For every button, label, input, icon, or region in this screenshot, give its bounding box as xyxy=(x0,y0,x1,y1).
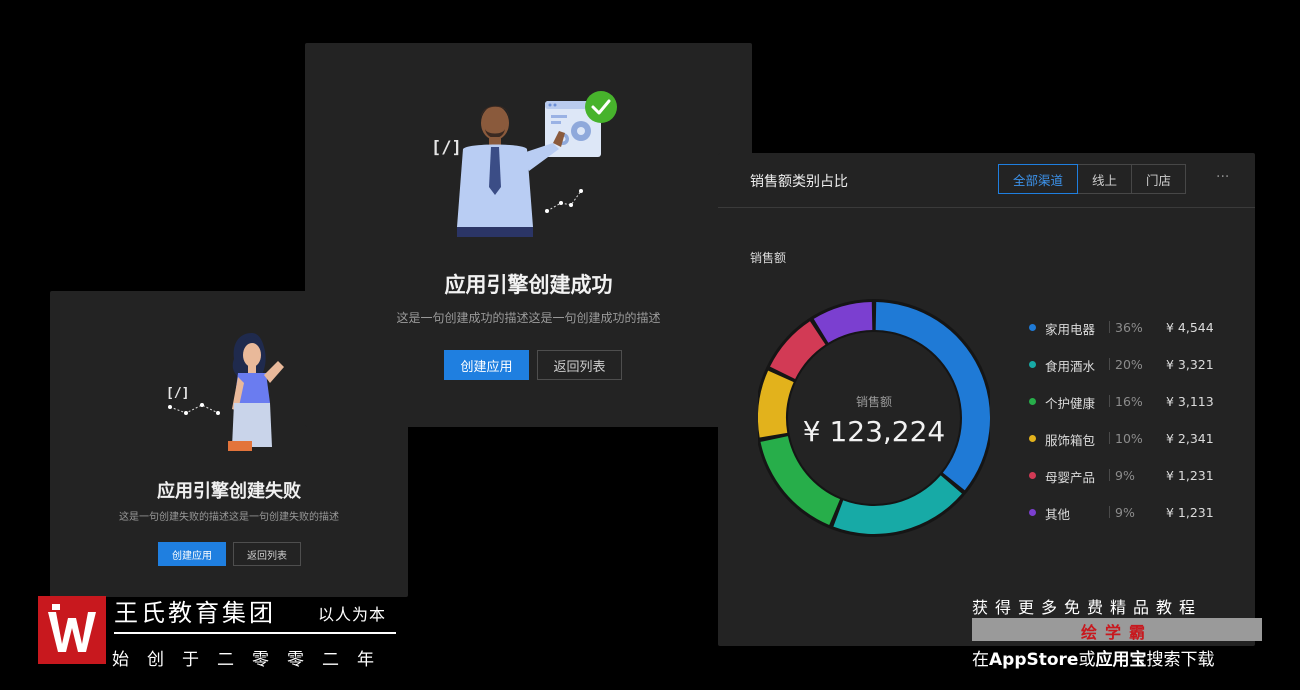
legend-value: ¥ 1,231 xyxy=(1166,505,1214,520)
legend-name: 个护健康 xyxy=(1045,396,1096,411)
create-app-button[interactable]: 创建应用 xyxy=(444,350,529,380)
donut-center-label: 销售额 xyxy=(855,395,892,409)
legend-row: 个护健康 16% ¥ 3,113 xyxy=(1029,391,1229,428)
success-description: 这是一句创建成功的描述这是一句创建成功的描述 xyxy=(396,311,661,325)
legend-divider xyxy=(1109,358,1110,370)
back-to-list-button[interactable]: 返回列表 xyxy=(537,350,622,380)
legend-row: 家用电器 36% ¥ 4,544 xyxy=(1029,317,1229,354)
brand-logo xyxy=(38,596,106,664)
promo-line-3: 在AppStore或应用宝搜索下载 xyxy=(972,650,1215,670)
legend-name: 食用酒水 xyxy=(1045,359,1096,374)
sales-card-title: 销售额类别占比 xyxy=(750,174,848,190)
legend-dot xyxy=(1029,324,1036,331)
more-icon[interactable]: ··· xyxy=(1216,169,1229,185)
code-icon: [/] xyxy=(431,138,462,158)
tab-all-channels[interactable]: 全部渠道 xyxy=(998,164,1079,194)
legend-value: ¥ 1,231 xyxy=(1166,468,1214,483)
legend-percent: 9% xyxy=(1115,505,1135,520)
brand-name: 王氏教育集团 xyxy=(114,599,276,627)
legend-dot xyxy=(1029,398,1036,405)
create-app-button[interactable]: 创建应用 xyxy=(158,542,226,566)
code-icon: [/] xyxy=(166,386,189,401)
legend-row: 服饰箱包 10% ¥ 2,341 xyxy=(1029,428,1229,465)
brand-divider xyxy=(114,632,396,634)
legend-name: 其他 xyxy=(1045,507,1071,522)
legend-divider xyxy=(1109,469,1110,481)
brand-slogan: 以人为本 xyxy=(318,605,387,624)
sales-subtitle: 销售额 xyxy=(750,251,787,265)
legend-percent: 20% xyxy=(1115,357,1143,372)
success-title: 应用引擎创建成功 xyxy=(444,273,613,297)
sales-legend: 家用电器 36% ¥ 4,544 食用酒水 20% ¥ 3,321 个护健康 16% ¥ 3,1… xyxy=(1029,317,1229,539)
tab-store[interactable]: 门店 xyxy=(1131,164,1187,194)
legend-dot xyxy=(1029,509,1036,516)
legend-divider xyxy=(1109,506,1110,518)
legend-row: 其他 9% ¥ 1,231 xyxy=(1029,502,1229,539)
legend-name: 母婴产品 xyxy=(1045,470,1096,485)
success-result-card: [/] 应用引擎创建成功 这是一句创建成功的描述这是一句创建成功的描述 创建应用… xyxy=(305,43,752,427)
legend-percent: 16% xyxy=(1115,394,1143,409)
legend-divider xyxy=(1109,432,1110,444)
back-to-list-button[interactable]: 返回列表 xyxy=(233,542,301,566)
channel-segmented-control: 全部渠道 线上 门店 xyxy=(998,164,1187,194)
legend-value: ¥ 2,341 xyxy=(1166,431,1214,446)
legend-value: ¥ 3,113 xyxy=(1166,394,1214,409)
legend-name: 服饰箱包 xyxy=(1045,433,1096,448)
fail-title: 应用引擎创建失败 xyxy=(157,481,301,502)
legend-dot xyxy=(1029,361,1036,368)
legend-value: ¥ 4,544 xyxy=(1166,320,1214,335)
legend-divider xyxy=(1109,395,1110,407)
legend-percent: 10% xyxy=(1115,431,1143,446)
legend-row: 母婴产品 9% ¥ 1,231 xyxy=(1029,465,1229,502)
legend-row: 食用酒水 20% ¥ 3,321 xyxy=(1029,354,1229,391)
legend-percent: 36% xyxy=(1115,320,1143,335)
legend-name: 家用电器 xyxy=(1045,322,1096,337)
sales-card-header: 销售额类别占比 全部渠道 线上 门店 ··· xyxy=(718,153,1255,208)
legend-percent: 9% xyxy=(1115,468,1135,483)
fail-description: 这是一句创建失败的描述这是一句创建失败的描述 xyxy=(119,512,339,523)
promo-line-2: 绘学霸 xyxy=(1080,623,1153,642)
sales-category-card: 销售额类别占比 全部渠道 线上 门店 ··· 销售额 销售额 ¥ 123,224… xyxy=(718,153,1255,646)
legend-dot xyxy=(1029,472,1036,479)
success-illustration: [/] xyxy=(431,91,617,237)
donut-center-value: ¥ 123,224 xyxy=(802,415,946,448)
legend-value: ¥ 3,321 xyxy=(1166,357,1214,372)
tab-online[interactable]: 线上 xyxy=(1077,164,1133,194)
legend-divider xyxy=(1109,321,1110,333)
promo-line-1: 获得更多免费精品教程 xyxy=(972,598,1203,617)
check-badge-icon xyxy=(585,91,617,123)
brand-since: 始创于二零零二年 xyxy=(112,650,392,670)
legend-dot xyxy=(1029,435,1036,442)
